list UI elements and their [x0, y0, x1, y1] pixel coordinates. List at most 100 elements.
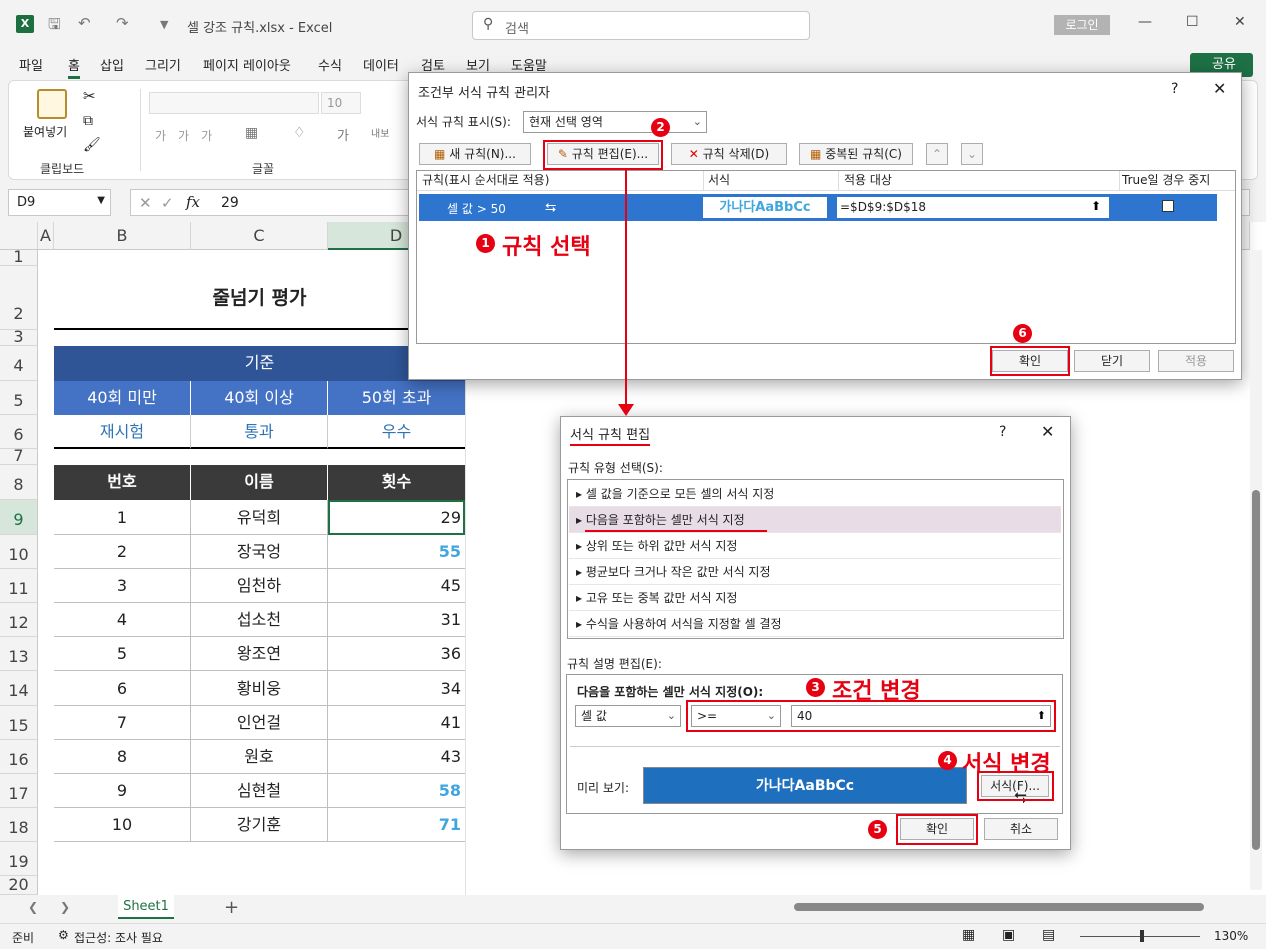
scroll-thumb[interactable]	[1252, 490, 1260, 850]
record-number[interactable]: 2	[54, 535, 191, 569]
format-painter-icon[interactable]: 🖌	[83, 137, 101, 153]
font-style-buttons[interactable]: 가가가	[155, 127, 224, 144]
save-icon[interactable]: 🖫	[48, 14, 61, 39]
fx-icon[interactable]: fx	[186, 193, 200, 211]
move-up-icon[interactable]: ⌃	[926, 143, 948, 165]
name-box[interactable]: D9 ▼	[8, 189, 111, 216]
login-button[interactable]: 로그인	[1054, 15, 1110, 35]
record-count[interactable]: 45	[328, 569, 465, 603]
manager-close-button[interactable]: 닫기	[1074, 350, 1150, 372]
record-count[interactable]: 34	[328, 671, 465, 706]
record-number[interactable]: 9	[54, 774, 191, 808]
accessibility-icon[interactable]: ⚙	[58, 928, 69, 942]
record-number[interactable]: 4	[54, 603, 191, 637]
tab-file[interactable]: 파일	[19, 55, 43, 74]
row-header[interactable]: 10	[0, 535, 38, 569]
border-icon[interactable]: ▦	[245, 125, 258, 141]
page-layout-icon[interactable]: ▣	[1002, 927, 1015, 943]
record-name[interactable]: 인언걸	[191, 706, 328, 740]
rule-type-item[interactable]: ▸ 수식을 사용하여 서식을 지정할 셀 결정	[569, 611, 1061, 637]
redo-icon[interactable]: ↷	[116, 14, 129, 32]
show-rules-select[interactable]: 현재 선택 영역 ⌄	[523, 111, 707, 133]
criteria-range[interactable]: 40회 미만	[54, 381, 191, 415]
search-box[interactable]: ⚲ 검색	[472, 11, 810, 40]
scroll-thumb[interactable]	[794, 903, 1204, 911]
enter-icon[interactable]: ✓	[161, 194, 174, 212]
record-count[interactable]: 41	[328, 706, 465, 740]
record-number[interactable]: 7	[54, 706, 191, 740]
wrap-text-label[interactable]: 내보	[371, 125, 389, 140]
tab-home[interactable]: 홈	[68, 55, 80, 79]
record-count[interactable]: 71	[328, 808, 465, 842]
record-count[interactable]: 31	[328, 603, 465, 637]
tab-formulas[interactable]: 수식	[318, 55, 342, 74]
row-header[interactable]: 1	[0, 249, 38, 266]
customize-icon[interactable]: ▼	[160, 18, 168, 31]
row-header[interactable]: 12	[0, 603, 38, 637]
row-header[interactable]: 3	[0, 329, 38, 346]
manager-apply-button[interactable]: 적용	[1158, 350, 1234, 372]
font-name-select[interactable]	[149, 92, 319, 114]
record-number[interactable]: 1	[54, 500, 191, 535]
record-number[interactable]: 3	[54, 569, 191, 603]
row-header[interactable]: 15	[0, 706, 38, 740]
record-number[interactable]: 8	[54, 740, 191, 774]
add-sheet-icon[interactable]: +	[224, 897, 239, 918]
row-header[interactable]: 13	[0, 637, 38, 671]
criteria-range[interactable]: 40회 이상	[191, 381, 328, 415]
record-name[interactable]: 왕조연	[191, 637, 328, 671]
row-header[interactable]: 2	[0, 266, 38, 330]
table-header[interactable]: 이름	[191, 465, 328, 500]
paste-label[interactable]: 붙여넣기	[23, 123, 67, 140]
applies-to-input[interactable]: =$D$9:$D$18	[837, 197, 1109, 218]
cancel-icon[interactable]: ✕	[139, 194, 152, 212]
col-header-c[interactable]: C	[191, 222, 328, 250]
move-down-icon[interactable]: ⌄	[961, 143, 983, 165]
criteria-header[interactable]: 기준	[54, 346, 465, 381]
maximize-icon[interactable]: ☐	[1186, 14, 1199, 30]
row-header[interactable]: 8	[0, 465, 38, 500]
page-break-icon[interactable]: ▤	[1042, 927, 1055, 943]
row-header[interactable]: 6	[0, 415, 38, 449]
paste-icon[interactable]	[37, 89, 67, 119]
font-size-select[interactable]: 10	[321, 92, 361, 114]
cut-icon[interactable]: ✂	[83, 87, 96, 105]
row-header[interactable]: 19	[0, 842, 38, 876]
record-number[interactable]: 10	[54, 808, 191, 842]
fill-color-icon[interactable]: ♢	[293, 125, 306, 141]
record-count[interactable]: 36	[328, 637, 465, 671]
font-color-icon[interactable]: 가	[337, 125, 349, 144]
copy-icon[interactable]: ⧉	[83, 113, 93, 129]
close-icon[interactable]: ✕	[1234, 14, 1246, 30]
col-header-b[interactable]: B	[54, 222, 191, 250]
close-icon[interactable]: ✕	[1213, 79, 1226, 98]
horizontal-scrollbar[interactable]	[780, 901, 1240, 913]
row-header[interactable]: 20	[0, 876, 38, 895]
condition-field-select[interactable]: 셀 값 ⌄	[575, 705, 681, 727]
editor-cancel-button[interactable]: 취소	[984, 818, 1058, 840]
tab-data[interactable]: 데이터	[363, 55, 399, 74]
help-icon[interactable]: ?	[999, 424, 1006, 440]
normal-view-icon[interactable]: ▦	[962, 927, 975, 943]
row-header[interactable]: 4	[0, 346, 38, 381]
prev-sheet-icon[interactable]: ❮	[28, 900, 38, 914]
search-input[interactable]: 검색	[505, 18, 529, 37]
record-name[interactable]: 원호	[191, 740, 328, 774]
criteria-grade[interactable]: 우수	[328, 415, 465, 449]
new-rule-button[interactable]: ▦ 새 규칙(N)...	[419, 143, 531, 165]
minimize-icon[interactable]: —	[1138, 14, 1152, 30]
criteria-grade[interactable]: 통과	[191, 415, 328, 449]
record-count[interactable]: 58	[328, 774, 465, 808]
rule-type-item[interactable]: ▸ 고유 또는 중복 값만 서식 지정	[569, 585, 1061, 611]
row-header[interactable]: 9	[0, 500, 38, 535]
vertical-scrollbar[interactable]	[1250, 250, 1262, 890]
row-header[interactable]: 17	[0, 774, 38, 808]
select-all[interactable]	[0, 222, 38, 250]
accessibility-status[interactable]: 접근성: 조사 필요	[74, 929, 163, 946]
record-name[interactable]: 황비웅	[191, 671, 328, 706]
sheet-tab[interactable]: Sheet1	[118, 895, 174, 919]
tab-insert[interactable]: 삽입	[100, 55, 124, 74]
criteria-grade[interactable]: 재시험	[54, 415, 191, 449]
row-header[interactable]: 14	[0, 671, 38, 706]
row-header[interactable]: 11	[0, 569, 38, 603]
